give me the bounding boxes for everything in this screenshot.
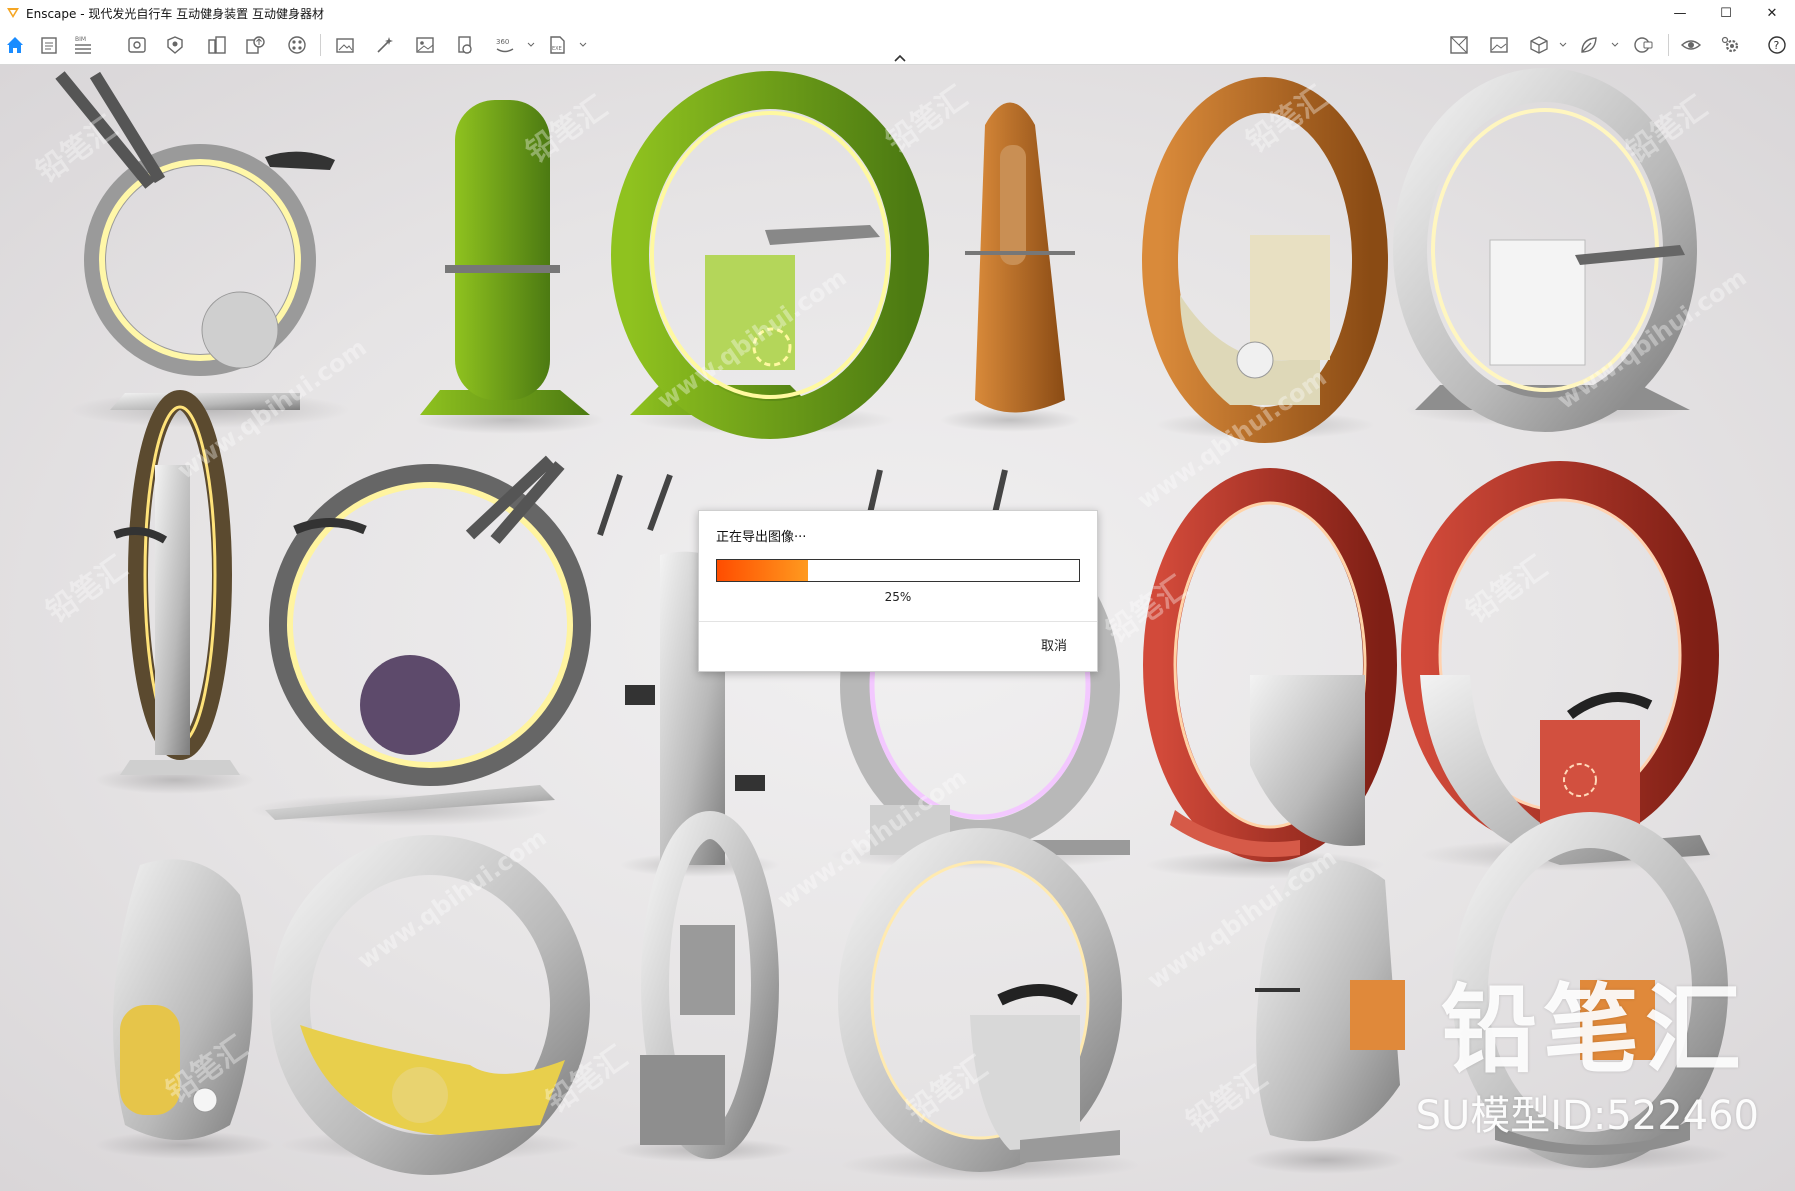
help-icon[interactable]: ?	[1764, 33, 1790, 57]
home-icon[interactable]	[2, 33, 28, 57]
library-icon[interactable]	[204, 33, 230, 57]
svg-text:360: 360	[496, 38, 509, 46]
progress-bar	[716, 559, 1080, 582]
image-icon[interactable]	[412, 33, 438, 57]
enscape-logo-icon	[6, 6, 20, 20]
bike-render-2	[415, 100, 605, 434]
cube-icon[interactable]	[1526, 33, 1552, 57]
bike-render-11	[1143, 468, 1397, 879]
title-bar: Enscape - 现代发光自行车 互动健身装置 互动健身器材 — ☐ ✕	[0, 0, 1795, 26]
media-icon[interactable]	[1486, 33, 1512, 57]
gear-icon[interactable]	[1718, 33, 1744, 57]
upload-icon[interactable]	[242, 33, 268, 57]
bim-label: BIM	[75, 36, 86, 43]
properties-icon[interactable]	[36, 33, 62, 57]
model-id-label: SU模型ID:522460	[1415, 1093, 1759, 1139]
chevron-down-icon[interactable]	[578, 40, 588, 50]
batch-icon[interactable]	[452, 33, 478, 57]
svg-text:?: ?	[1774, 39, 1780, 52]
bike-render-14	[270, 835, 590, 1175]
site-context-icon[interactable]	[1446, 33, 1472, 57]
bike-render-12	[1401, 461, 1720, 871]
bike-render-7	[95, 390, 255, 794]
progress-fill	[717, 560, 808, 581]
bike-render-13	[95, 859, 275, 1159]
bim-icon[interactable]: BIM	[70, 33, 96, 57]
material-icon[interactable]	[284, 33, 310, 57]
panorama-icon[interactable]: 360	[492, 33, 518, 57]
bike-render-3	[611, 71, 929, 439]
chevron-down-icon[interactable]	[526, 40, 536, 50]
dialog-title: 正在导出图像···	[716, 530, 807, 545]
brand-watermark: 铅笔汇	[1441, 974, 1747, 1086]
progress-percent: 25%	[884, 590, 912, 604]
visual-settings-icon[interactable]	[1678, 33, 1704, 57]
collapse-toolbar-icon[interactable]	[890, 52, 910, 64]
chevron-down-icon[interactable]	[1610, 40, 1620, 50]
asset-icon[interactable]	[162, 33, 188, 57]
leaf-icon[interactable]	[1576, 33, 1602, 57]
export-progress-dialog: 正在导出图像··· 25% 取消	[698, 510, 1098, 672]
chevron-down-icon[interactable]	[1558, 40, 1568, 50]
minimize-button[interactable]: —	[1657, 0, 1703, 26]
bike-render-17	[1245, 859, 1405, 1174]
dialog-divider	[699, 621, 1097, 622]
bike-render-6	[1393, 68, 1697, 432]
bike-render-1	[55, 71, 350, 428]
export-exe-icon[interactable]: EXE	[544, 33, 570, 57]
screenshot-icon[interactable]	[332, 33, 358, 57]
cancel-button[interactable]: 取消	[1041, 635, 1067, 654]
bike-render-16	[838, 828, 1140, 1181]
window-title: Enscape - 现代发光自行车 互动健身装置 互动健身器材	[26, 6, 324, 21]
bike-render-8	[250, 455, 591, 826]
effects-icon[interactable]	[372, 33, 398, 57]
bike-render-4	[940, 102, 1080, 432]
maximize-button[interactable]: ☐	[1703, 0, 1749, 26]
svg-text:EXE: EXE	[552, 46, 562, 52]
close-button[interactable]: ✕	[1749, 0, 1795, 26]
bike-render-5	[1142, 77, 1388, 443]
vr-headset-icon[interactable]	[1630, 33, 1656, 57]
view-icon[interactable]	[124, 33, 150, 57]
